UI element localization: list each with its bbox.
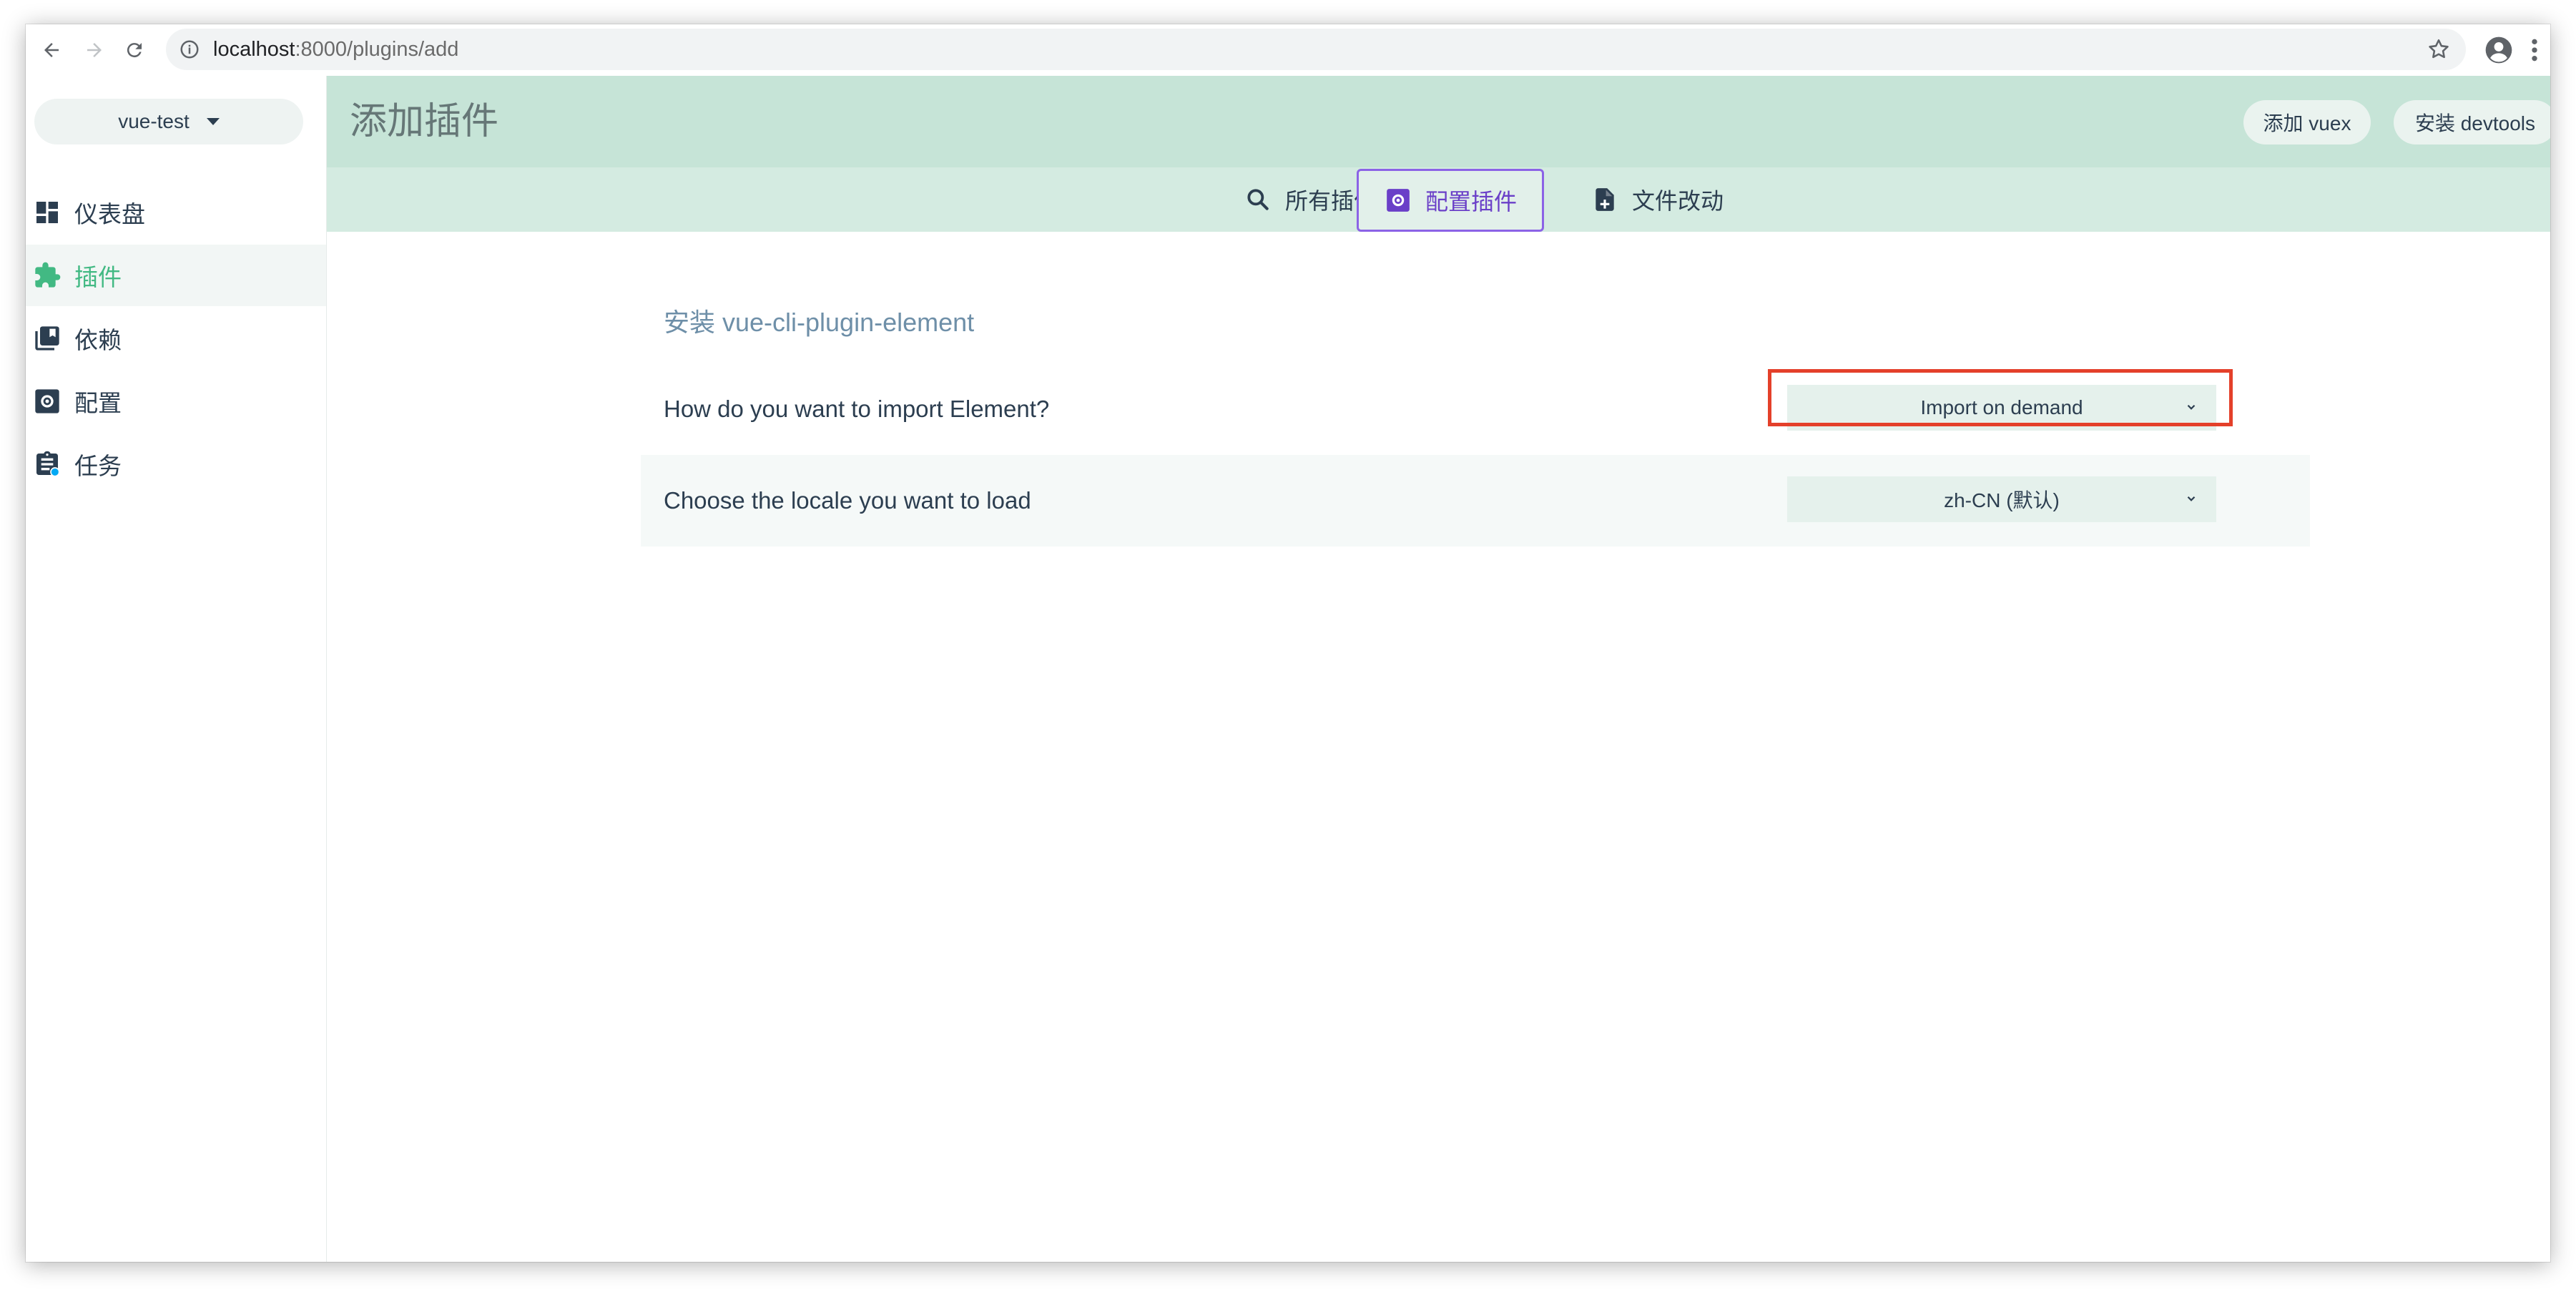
url-text: localhost:8000/plugins/add — [213, 29, 458, 70]
tab-file-changes[interactable]: 文件改动 — [1557, 167, 1757, 232]
section-title: 安装 vue-cli-plugin-element — [664, 308, 975, 337]
clipboard-icon — [33, 450, 62, 479]
sidebar-item-label: 仪表盘 — [74, 201, 145, 227]
arrow-right-icon — [87, 43, 102, 57]
sidebar-item-dashboard[interactable]: 仪表盘 — [26, 182, 326, 243]
project-name: vue-test — [118, 110, 190, 132]
library-icon — [33, 324, 62, 353]
tab-bar: 所有插件 配置插件 文件改动 — [327, 167, 2550, 232]
chevron-down-icon — [2187, 496, 2196, 501]
more-vert-icon[interactable] — [2527, 36, 2542, 64]
prompt-label: How do you want to import Element? — [664, 396, 1050, 422]
prompt-label: Choose the locale you want to load — [664, 487, 1031, 514]
sidebar-item-label: 配置 — [74, 390, 122, 416]
project-switcher[interactable]: vue-test — [34, 99, 303, 144]
highlight-annotation-box — [1768, 369, 2233, 426]
url-path: :8000/plugins/add — [295, 38, 459, 61]
browser-toolbar: localhost:8000/plugins/add — [26, 24, 2550, 77]
arrow-left-icon — [44, 43, 59, 57]
add-vuex-button[interactable]: 添加 vuex — [2243, 100, 2371, 144]
back-button[interactable] — [36, 34, 67, 66]
tab-label: 文件改动 — [1631, 188, 1724, 214]
select-value: zh-CN (默认) — [1944, 489, 2060, 511]
search-icon — [1244, 185, 1272, 214]
sidebar-item-label: 依赖 — [74, 327, 122, 353]
reload-button[interactable] — [119, 34, 150, 66]
sidebar-item-configuration[interactable]: 配置 — [26, 371, 326, 432]
sidebar-item-tasks[interactable]: 任务 — [26, 433, 326, 495]
locale-select[interactable]: zh-CN (默认) — [1787, 476, 2216, 522]
prompt-row: How do you want to import Element? Impor… — [641, 363, 2310, 455]
install-devtools-button[interactable]: 安装 devtools — [2394, 100, 2550, 144]
bookmark-star-icon[interactable] — [2427, 37, 2451, 62]
tab-configure-plugin[interactable]: 配置插件 — [1357, 169, 1544, 232]
sidebar-item-plugins[interactable]: 插件 — [26, 245, 326, 306]
caret-down-icon — [206, 118, 220, 125]
prompt-row: Choose the locale you want to load zh-CN… — [641, 455, 2310, 547]
page-title: 添加插件 — [350, 101, 499, 142]
account-icon[interactable] — [2483, 34, 2514, 66]
dashboard-icon — [33, 198, 62, 227]
sidebar-item-label: 插件 — [74, 264, 122, 290]
puzzle-icon — [33, 261, 62, 290]
sidebar-item-label: 任务 — [74, 453, 122, 479]
main-content: 安装 vue-cli-plugin-element How do you wan… — [327, 232, 2550, 1262]
address-bar[interactable]: localhost:8000/plugins/add — [166, 29, 2466, 70]
browser-window: localhost:8000/plugins/add vue-test 仪表盘 — [26, 24, 2550, 1262]
tab-label: 配置插件 — [1425, 189, 1517, 215]
page-header: 添加插件 添加 vuex 安装 devtools — [327, 76, 2550, 167]
file-add-icon — [1591, 185, 1619, 214]
sidebar: vue-test 仪表盘 插件 依赖 配置 任务 — [26, 76, 327, 1262]
settings-icon — [33, 387, 62, 416]
forward-button[interactable] — [79, 34, 110, 66]
settings-icon — [1384, 186, 1412, 215]
sidebar-item-dependencies[interactable]: 依赖 — [26, 308, 326, 369]
info-icon — [180, 40, 199, 59]
url-host: localhost — [213, 38, 295, 61]
reload-icon — [127, 43, 142, 58]
